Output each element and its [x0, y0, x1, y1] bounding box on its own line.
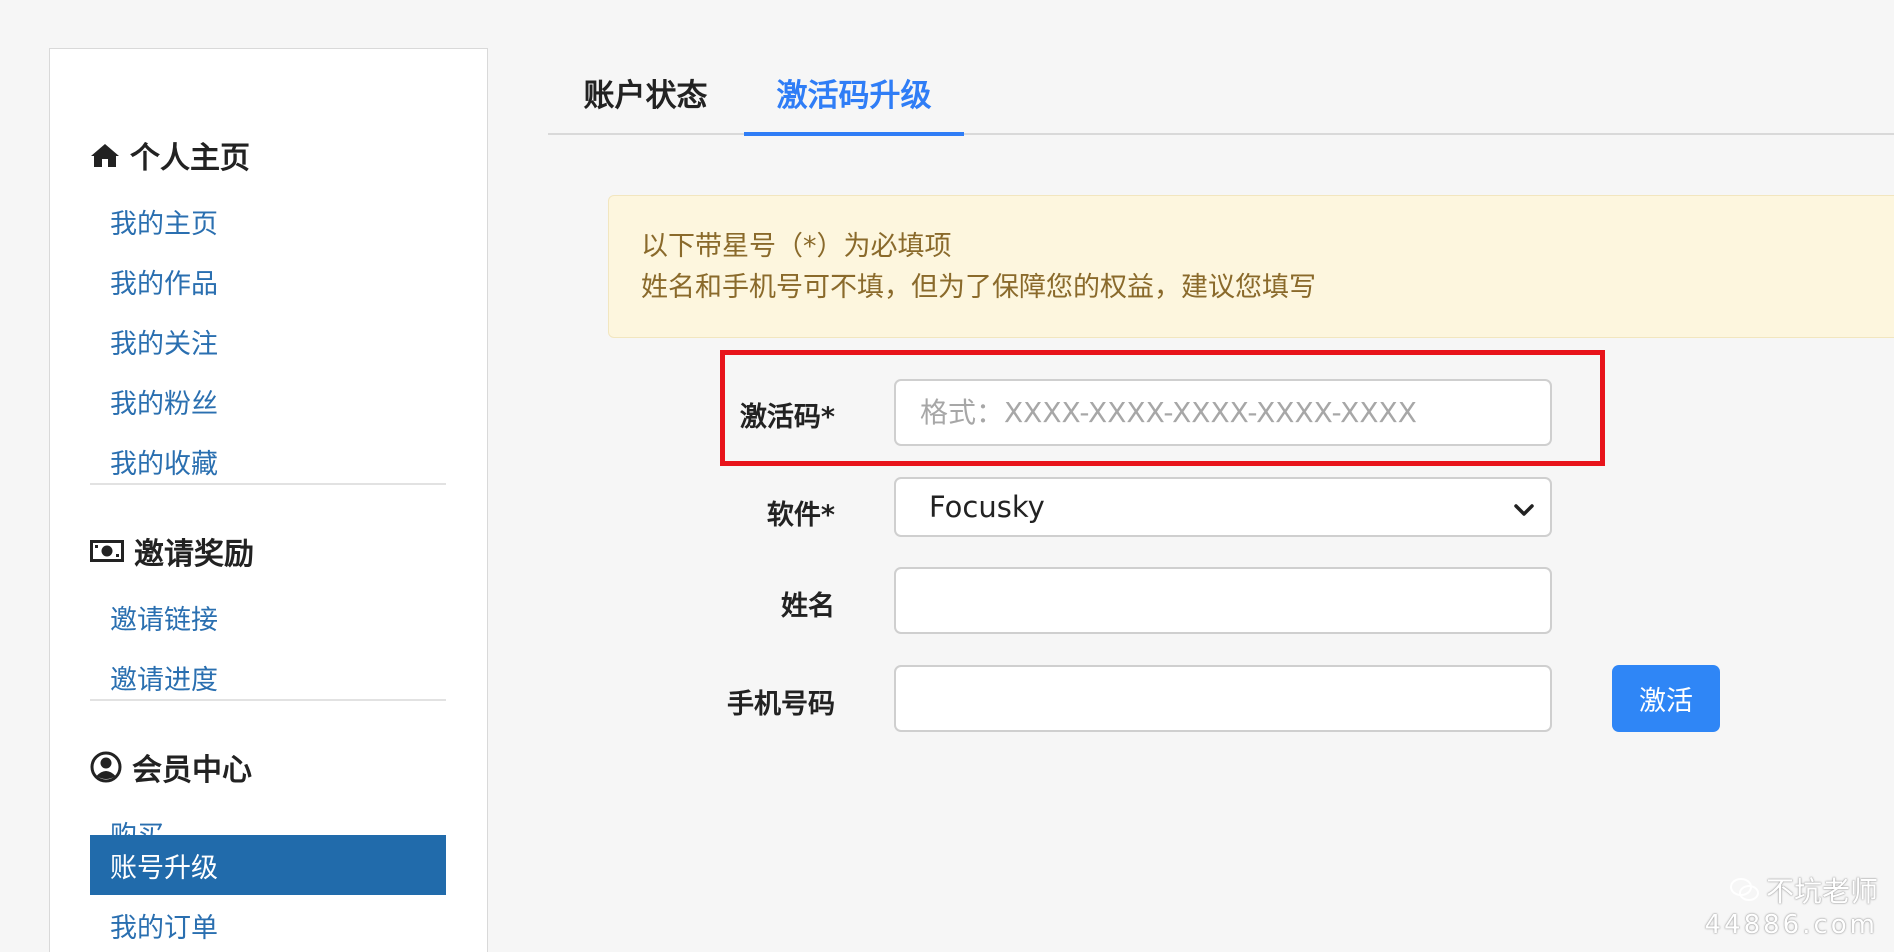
sidebar-item-my-orders[interactable]: 我的订单: [90, 895, 446, 952]
sidebar-item-invite-link[interactable]: 邀请链接: [90, 587, 446, 647]
sidebar-item-my-following[interactable]: 我的关注: [90, 311, 446, 371]
tab-bar: 账户状态 激活码升级: [548, 60, 1894, 136]
sidebar-item-my-works[interactable]: 我的作品: [90, 251, 446, 311]
tab-account-status[interactable]: 账户状态: [578, 60, 713, 135]
sidebar: 个人主页 我的主页 我的作品 我的关注 我的粉丝 我的收藏 邀请奖励 邀请链接 …: [49, 48, 488, 952]
chevron-down-icon: [1512, 495, 1536, 529]
watermark-name: 不坑老师: [1765, 875, 1878, 908]
section-title: 会员中心: [132, 753, 252, 788]
home-icon: [90, 142, 120, 168]
activation-code-label: 激活码*: [739, 402, 835, 433]
sidebar-item-invite-progress[interactable]: 邀请进度: [90, 647, 446, 707]
alert-line-required: 以下带星号（*）为必填项: [641, 231, 952, 262]
divider: [90, 483, 446, 485]
user-circle-icon: [90, 751, 122, 783]
sidebar-item-account-upgrade[interactable]: 账号升级: [90, 835, 446, 895]
watermark-site: 44886.com: [1704, 910, 1878, 940]
sidebar-item-my-home[interactable]: 我的主页: [90, 191, 446, 251]
tab-activation-code-upgrade[interactable]: 激活码升级: [744, 60, 964, 136]
section-title: 邀请奖励: [134, 537, 254, 572]
money-icon: [90, 539, 124, 563]
section-invite-rewards: 邀请奖励: [90, 529, 254, 573]
notice-alert: 以下带星号（*）为必填项 姓名和手机号可不填，但为了保障您的权益，建议您填写: [608, 195, 1894, 338]
phone-label: 手机号码: [727, 689, 835, 720]
sidebar-item-my-fans[interactable]: 我的粉丝: [90, 371, 446, 431]
section-title: 个人主页: [130, 141, 250, 176]
wechat-icon: [1729, 877, 1760, 903]
software-select[interactable]: Focusky: [894, 477, 1552, 537]
name-label: 姓名: [781, 591, 835, 622]
alert-line-optional: 姓名和手机号可不填，但为了保障您的权益，建议您填写: [641, 272, 1316, 303]
name-input[interactable]: [894, 567, 1552, 634]
software-selected-value: Focusky: [929, 490, 1045, 524]
watermark: 不坑老师 44886.com: [1704, 870, 1878, 940]
sidebar-item-my-favorites[interactable]: 我的收藏: [90, 431, 446, 491]
section-member-center: 会员中心: [90, 745, 252, 789]
section-personal-home: 个人主页: [90, 133, 250, 177]
activation-code-input[interactable]: [894, 379, 1552, 446]
activate-button[interactable]: 激活: [1612, 665, 1720, 732]
divider: [90, 699, 446, 701]
phone-input[interactable]: [894, 665, 1552, 732]
software-label: 软件*: [766, 500, 835, 531]
